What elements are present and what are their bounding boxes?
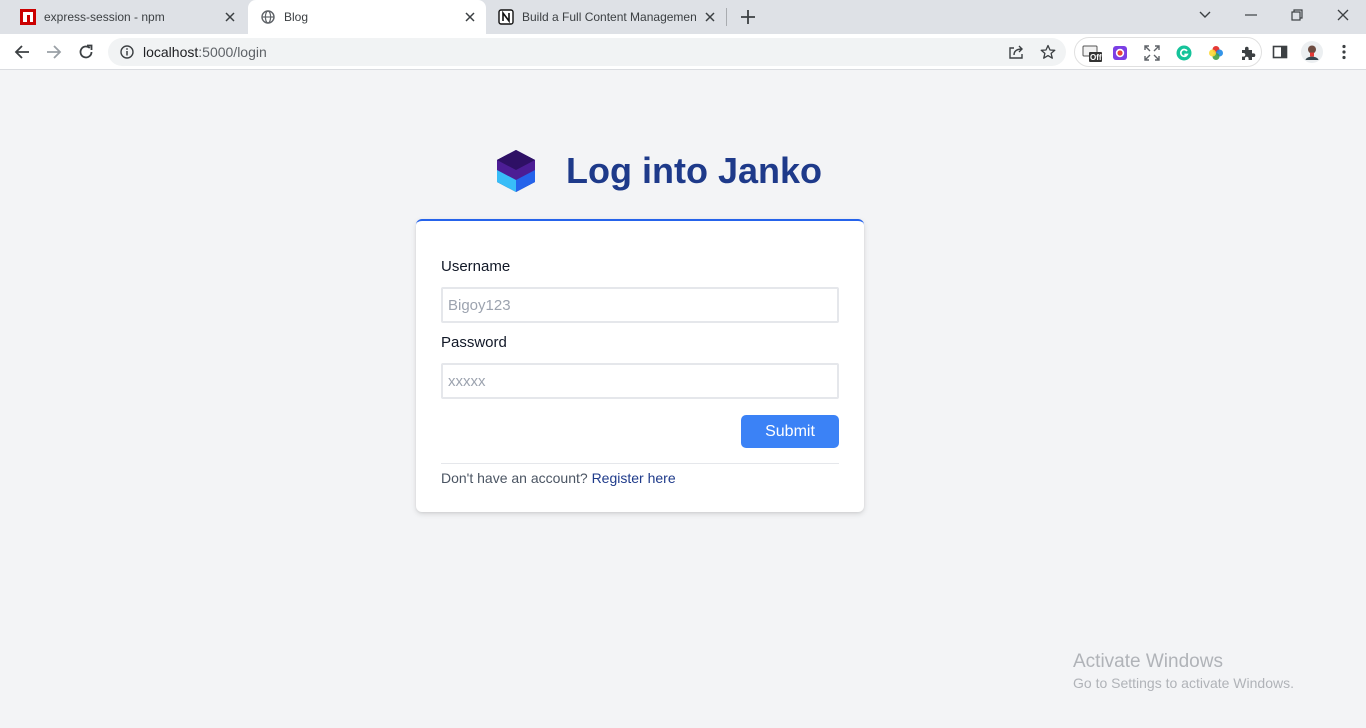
share-icon[interactable] bbox=[1004, 40, 1028, 64]
password-label: Password bbox=[441, 334, 507, 351]
tab-blog[interactable]: Blog bbox=[248, 0, 486, 34]
register-prompt: Don't have an account? Register here bbox=[441, 470, 676, 486]
new-tab-button[interactable] bbox=[736, 5, 760, 29]
tab-title: Blog bbox=[284, 10, 309, 24]
activate-windows-watermark: Activate Windows Go to Settings to activ… bbox=[1073, 651, 1294, 691]
grammarly-extension-icon[interactable] bbox=[1175, 44, 1193, 62]
login-card: Username Password Submit Don't have an a… bbox=[416, 219, 864, 512]
tab-search-icon[interactable] bbox=[1182, 0, 1228, 30]
notion-icon bbox=[498, 9, 514, 25]
menu-kebab-icon[interactable] bbox=[1330, 38, 1358, 66]
tab-separator bbox=[726, 8, 727, 26]
minimize-button[interactable] bbox=[1228, 0, 1274, 30]
extensions-puzzle-icon[interactable] bbox=[1239, 44, 1257, 62]
tab-express-session[interactable]: express-session - npm bbox=[0, 0, 246, 34]
tab-title: Build a Full Content Managemen bbox=[522, 10, 696, 24]
bookmark-star-icon[interactable] bbox=[1036, 40, 1060, 64]
register-prompt-text: Don't have an account? bbox=[441, 470, 588, 486]
npm-icon bbox=[20, 9, 36, 25]
extension-badge: Off bbox=[1090, 53, 1102, 62]
password-input[interactable] bbox=[441, 363, 839, 399]
url-text: localhost:5000/login bbox=[143, 44, 267, 60]
divider bbox=[441, 463, 839, 464]
profile-avatar[interactable] bbox=[1298, 38, 1326, 66]
username-input[interactable] bbox=[441, 287, 839, 323]
close-tab-icon[interactable] bbox=[460, 7, 480, 27]
url-host: localhost bbox=[143, 44, 199, 60]
tab-title: express-session - npm bbox=[44, 10, 165, 24]
tab-strip: express-session - npm Blog Build a Full … bbox=[0, 0, 1366, 34]
fullscreen-extension-icon[interactable] bbox=[1143, 44, 1161, 62]
address-bar[interactable]: localhost:5000/login bbox=[108, 38, 1066, 66]
tab-build-cms[interactable]: Build a Full Content Managemen bbox=[488, 0, 726, 34]
cookie-extension-icon[interactable]: Off bbox=[1081, 44, 1103, 62]
close-tab-icon[interactable] bbox=[220, 7, 240, 27]
side-panel-icon[interactable] bbox=[1266, 38, 1294, 66]
register-link[interactable]: Register here bbox=[592, 470, 676, 486]
restore-button[interactable] bbox=[1274, 0, 1320, 30]
back-icon[interactable] bbox=[8, 38, 36, 66]
site-info-icon[interactable] bbox=[119, 44, 135, 60]
watermark-subtitle: Go to Settings to activate Windows. bbox=[1073, 675, 1294, 691]
color-wheel-extension-icon[interactable] bbox=[1207, 44, 1225, 62]
extensions-group: Off bbox=[1074, 37, 1262, 67]
watermark-title: Activate Windows bbox=[1073, 651, 1223, 672]
browser-toolbar: localhost:5000/login Off bbox=[0, 34, 1366, 70]
url-path: :5000/login bbox=[198, 44, 267, 60]
forward-icon[interactable] bbox=[40, 38, 68, 66]
close-tab-icon[interactable] bbox=[700, 7, 720, 27]
username-label: Username bbox=[441, 258, 511, 275]
reload-icon[interactable] bbox=[72, 38, 100, 66]
globe-icon bbox=[260, 9, 276, 25]
cube-logo-icon bbox=[494, 148, 538, 194]
color-picker-extension-icon[interactable] bbox=[1111, 44, 1129, 62]
close-window-button[interactable] bbox=[1320, 0, 1366, 30]
brand-header: Log into Janko bbox=[494, 146, 822, 196]
page-title: Log into Janko bbox=[566, 150, 822, 191]
submit-button[interactable]: Submit bbox=[741, 415, 839, 448]
